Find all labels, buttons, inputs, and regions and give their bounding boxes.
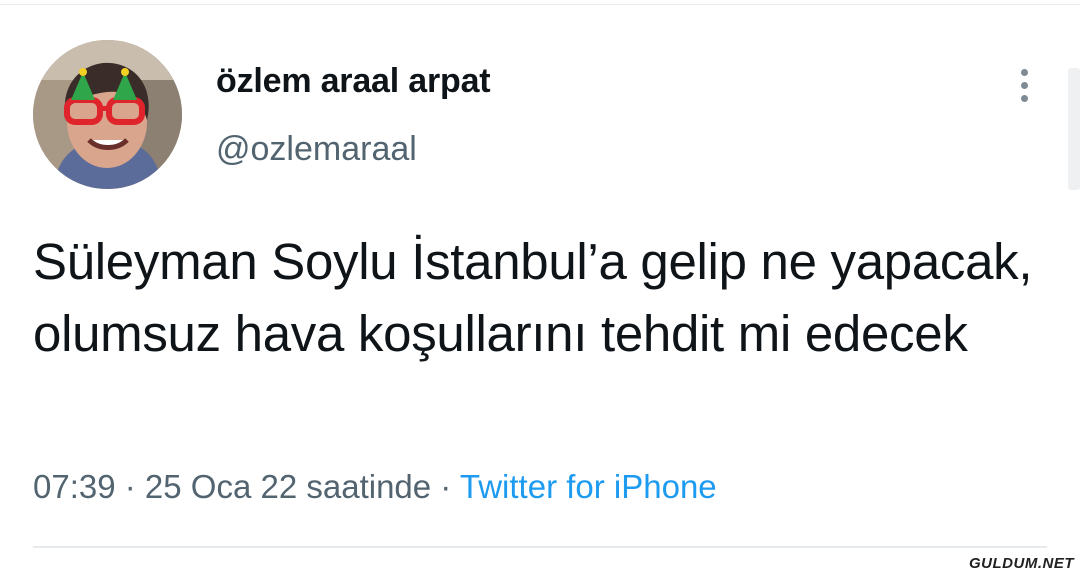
- tweet-text: Süleyman Soylu İstanbul’a gelip ne yapac…: [33, 233, 1033, 362]
- meta-separator: ·: [431, 468, 460, 505]
- avatar[interactable]: [33, 40, 182, 189]
- handle[interactable]: @ozlemaraal: [216, 130, 417, 169]
- more-dot-icon: [1020, 81, 1028, 89]
- display-name[interactable]: özlem araal arpat: [216, 62, 491, 101]
- more-dot-icon: [1020, 94, 1028, 102]
- bottom-divider: [33, 546, 1047, 548]
- tweet-time[interactable]: 07:39: [33, 468, 116, 505]
- tweet-source-link[interactable]: Twitter for iPhone: [460, 468, 717, 505]
- tweet-meta: 07:39 · 25 Oca 22 saatinde · Twitter for…: [33, 468, 717, 506]
- more-options-button[interactable]: [1006, 62, 1042, 108]
- scrollbar[interactable]: [1068, 68, 1080, 190]
- avatar-photo: [33, 40, 182, 189]
- meta-separator: ·: [115, 468, 145, 505]
- tweet-date[interactable]: 25 Oca 22 saatinde: [145, 468, 431, 505]
- watermark: GULDUM.NET: [969, 555, 1074, 572]
- top-divider: [0, 4, 1080, 5]
- more-dot-icon: [1020, 68, 1028, 76]
